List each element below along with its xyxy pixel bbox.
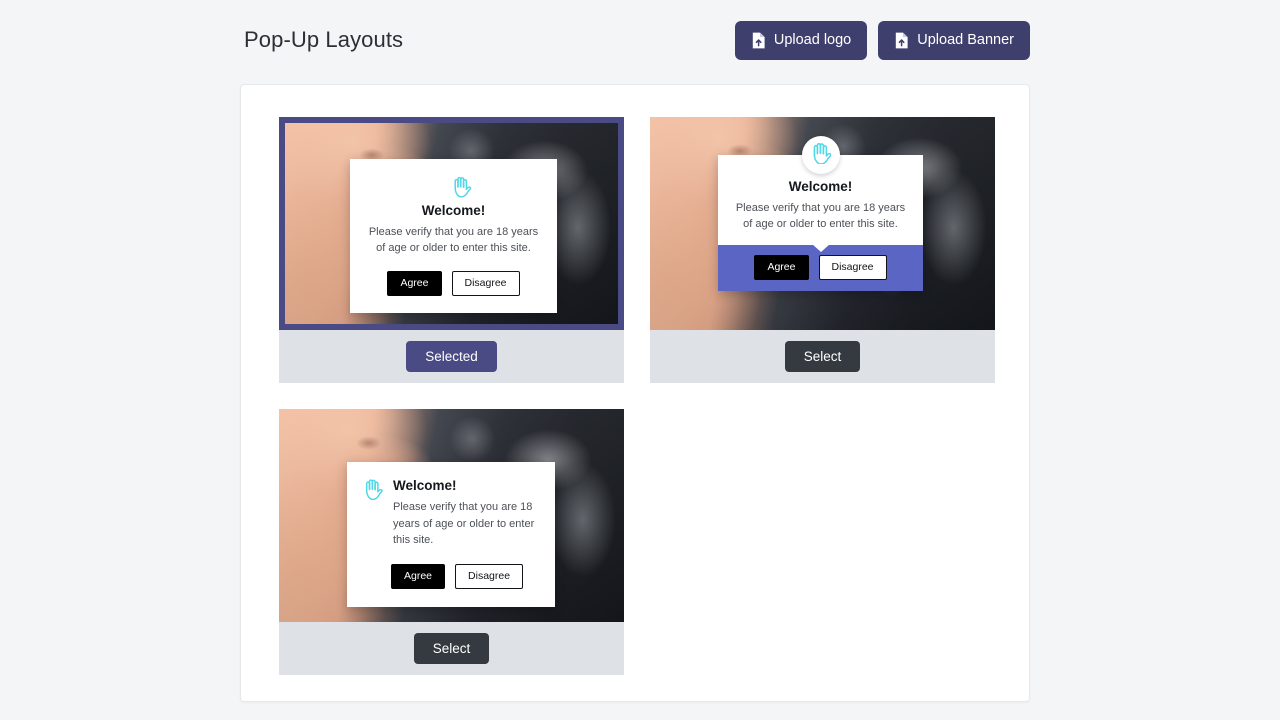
agree-button[interactable]: Agree	[387, 270, 442, 296]
file-arrow-up-icon	[894, 32, 909, 49]
popup-preview-badge-bar: Welcome! Please verify that you are 18 y…	[718, 136, 923, 291]
popup-title: Welcome!	[393, 478, 457, 493]
popup-actions: Agree Disagree	[364, 270, 543, 296]
layout-preview-centered: Welcome! Please verify that you are 18 y…	[279, 117, 624, 330]
select-layout-button[interactable]: Selected	[406, 341, 497, 372]
popup-preview-centered: Welcome! Please verify that you are 18 y…	[350, 159, 557, 313]
popup-description: Please verify that you are 18 years of a…	[735, 202, 906, 230]
layout-card-footer: Select	[279, 622, 624, 675]
popup-preview-left-aligned: Welcome! Please verify that you are 18 y…	[347, 462, 555, 607]
select-layout-button[interactable]: Select	[784, 341, 861, 372]
layout-card-left-aligned[interactable]: Welcome! Please verify that you are 18 y…	[279, 409, 624, 675]
disagree-button[interactable]: Disagree	[451, 270, 520, 296]
page-title: Pop-Up Layouts	[244, 27, 404, 52]
layout-card-footer: Selected	[279, 330, 624, 383]
layouts-grid: Welcome! Please verify that you are 18 y…	[279, 117, 995, 675]
upload-logo-button-label: Upload logo	[773, 32, 852, 48]
page-header: Pop-Up Layouts Upload logo Upload Banner	[244, 18, 1030, 62]
disagree-button[interactable]: Disagree	[455, 563, 524, 589]
raised-hand-icon	[810, 141, 832, 169]
header-actions: Upload logo Upload Banner	[734, 20, 1030, 60]
layout-card-badge-bar[interactable]: Welcome! Please verify that you are 18 y…	[650, 117, 995, 383]
layouts-panel: Welcome! Please verify that you are 18 y…	[240, 84, 1030, 702]
popup-description: Please verify that you are 18 years of a…	[368, 226, 539, 254]
upload-banner-button-label: Upload Banner	[917, 32, 1014, 48]
agree-button[interactable]: Agree	[391, 563, 446, 589]
raised-hand-icon-badge	[801, 136, 840, 174]
layout-preview-left-aligned: Welcome! Please verify that you are 18 y…	[279, 409, 624, 622]
upload-banner-button[interactable]: Upload Banner	[878, 20, 1030, 60]
select-layout-button[interactable]: Select	[413, 633, 490, 664]
layout-card-centered[interactable]: Welcome! Please verify that you are 18 y…	[279, 117, 624, 383]
popup-title: Welcome!	[788, 179, 853, 194]
popup-title: Welcome!	[421, 203, 486, 218]
popup-actions: Agree Disagree	[391, 563, 539, 589]
raised-hand-icon	[364, 175, 543, 199]
file-arrow-up-icon	[751, 32, 766, 49]
raised-hand-icon	[363, 478, 383, 505]
agree-button[interactable]: Agree	[754, 254, 809, 280]
popup-actions: Agree Disagree	[718, 244, 923, 291]
layout-card-footer: Select	[650, 330, 995, 383]
disagree-button[interactable]: Disagree	[818, 254, 887, 280]
upload-logo-button[interactable]: Upload logo	[734, 20, 868, 60]
popup-description: Please verify that you are 18 years of a…	[393, 501, 535, 546]
layout-preview-badge-bar: Welcome! Please verify that you are 18 y…	[650, 117, 995, 330]
